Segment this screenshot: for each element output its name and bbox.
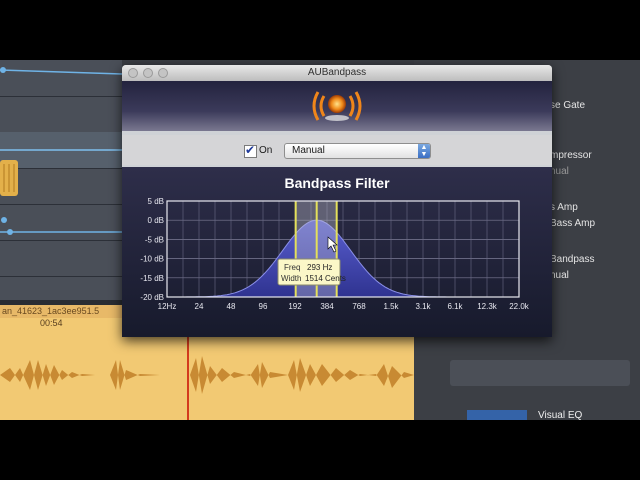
- x-tick-label: 768: [352, 302, 366, 311]
- audio-waveform: [0, 356, 414, 394]
- channel-strip-item[interactable]: s Amp: [550, 202, 578, 213]
- y-tick-label: -10 dB: [140, 255, 164, 264]
- checkmark-icon: ✔: [245, 143, 256, 157]
- region-time: 00:54: [40, 318, 63, 328]
- region-name[interactable]: an_41623_1ac3ee951.5: [0, 305, 124, 318]
- x-tick-label: 6.1k: [447, 302, 463, 311]
- channel-strip-item[interactable]: mpressor: [550, 150, 592, 161]
- tooltip-width-value: 1514 Cents: [305, 274, 346, 283]
- y-axis-labels: 5 dB 0 dB -5 dB -10 dB -15 dB -20 dB: [140, 197, 164, 302]
- mode-select[interactable]: Manual ▲ ▼: [284, 143, 431, 159]
- channel-strip-item[interactable]: se Gate: [550, 100, 585, 111]
- x-tick-label: 12Hz: [158, 302, 177, 311]
- x-tick-label: 96: [259, 302, 268, 311]
- window-title: AUBandpass: [307, 67, 367, 78]
- x-tick-label: 384: [320, 302, 334, 311]
- x-tick-label: 3.1k: [415, 302, 431, 311]
- tooltip-freq-value: 293 Hz: [307, 263, 332, 272]
- y-tick-label: -5 dB: [145, 235, 164, 244]
- y-tick-label: -15 dB: [140, 274, 164, 283]
- y-tick-label: 5 dB: [148, 197, 164, 206]
- x-tick-label: 12.3k: [477, 302, 498, 311]
- x-tick-label: 22.0k: [509, 302, 530, 311]
- x-axis-labels: 12Hz 24 48 96 192 384 768 1.5k 3.1k 6.1k 12.3k 22.0…: [158, 302, 530, 311]
- channel-strip-item[interactable]: Bass Amp: [550, 218, 595, 229]
- x-tick-label: 48: [227, 302, 236, 311]
- filter-graph-panel: Bandpass Filter 5 dB 0 dB -5 dB -10 dB -15 d…: [122, 167, 552, 337]
- channel-strip-item[interactable]: nual: [550, 270, 569, 281]
- channel-strip-item[interactable]: Bandpass: [550, 254, 594, 265]
- eq-thumbnail[interactable]: [467, 410, 527, 420]
- channel-slot[interactable]: [450, 360, 630, 386]
- x-tick-label: 1.5k: [383, 302, 399, 311]
- on-label[interactable]: On: [259, 145, 272, 156]
- on-checkbox[interactable]: ✔: [244, 143, 257, 158]
- y-tick-label: 0 dB: [148, 216, 164, 225]
- channel-strip-item[interactable]: nual: [550, 166, 569, 177]
- mode-value: Manual: [292, 145, 325, 156]
- x-tick-label: 192: [288, 302, 302, 311]
- y-tick-label: -20 dB: [140, 293, 164, 302]
- plugin-header: [122, 81, 552, 131]
- tooltip-width-label: Width: [281, 274, 301, 283]
- aubandpass-window: AUBandpass ✔ On Manual ▲ ▼ Bandpass Filt…: [122, 65, 552, 337]
- window-titlebar[interactable]: AUBandpass: [122, 65, 552, 81]
- automation-lines: [0, 67, 122, 235]
- tooltip: Freq 293 Hz Width 1514 Cents: [277, 258, 346, 286]
- select-arrows-icon: ▲ ▼: [418, 144, 430, 158]
- visual-eq-label[interactable]: Visual EQ: [538, 410, 582, 421]
- tooltip-freq-label: Freq: [284, 263, 300, 272]
- x-tick-label: 24: [195, 302, 204, 311]
- audio-unit-logo-icon: [312, 91, 362, 121]
- filter-graph[interactable]: 5 dB 0 dB -5 dB -10 dB -15 dB -20 dB 12Hz 24 48…: [122, 167, 552, 337]
